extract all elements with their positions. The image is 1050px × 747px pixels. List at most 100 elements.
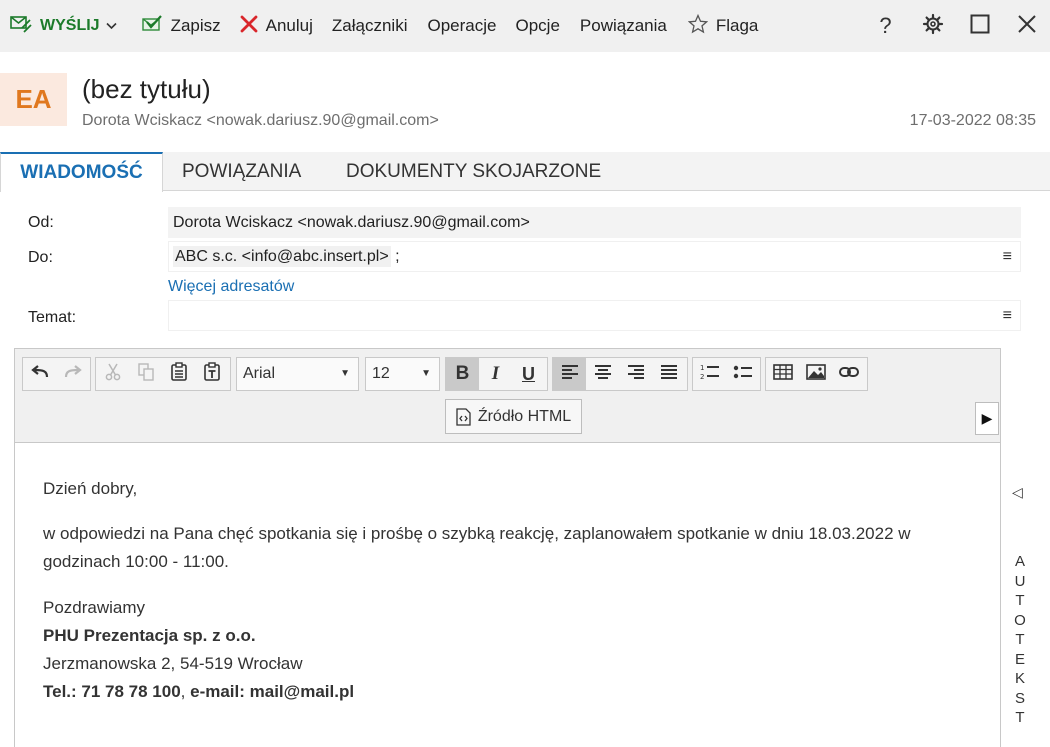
autotext-panel-tab[interactable]: AUTOTEKST xyxy=(1012,552,1028,728)
underline-button[interactable]: U xyxy=(512,358,545,390)
maximize-button[interactable] xyxy=(956,0,1003,52)
align-justify-button[interactable] xyxy=(652,358,685,390)
clipboard-group xyxy=(95,357,231,391)
tab-related-documents[interactable]: DOKUMENTY SKOJARZONE xyxy=(346,152,601,191)
align-justify-icon xyxy=(660,364,678,385)
list-group: 12 xyxy=(692,357,761,391)
body-contact-email: e-mail: mail@mail.pl xyxy=(190,682,355,701)
image-icon xyxy=(805,363,826,385)
recipient-separator: ; xyxy=(395,248,400,265)
to-label: Do: xyxy=(28,249,53,266)
message-sender: Dorota Wciskacz <nowak.dariusz.90@gmail.… xyxy=(82,112,439,129)
link-icon xyxy=(838,365,859,383)
cut-button[interactable] xyxy=(96,358,129,390)
save-mail-icon xyxy=(141,14,163,39)
bold-button[interactable]: B xyxy=(446,358,479,390)
paste-text-button[interactable] xyxy=(195,358,228,390)
insert-link-button[interactable] xyxy=(832,358,865,390)
attachments-button[interactable]: Załączniki xyxy=(332,0,408,52)
scissors-icon xyxy=(105,363,121,386)
send-mail-icon xyxy=(10,14,32,39)
align-right-icon xyxy=(627,364,645,385)
tab-links[interactable]: POWIĄZANIA xyxy=(182,152,301,191)
to-field[interactable]: ABC s.c. <info@abc.insert.pl> ; ≡ xyxy=(168,241,1021,272)
options-menu[interactable]: Opcje xyxy=(515,0,559,52)
font-size-value: 12 xyxy=(372,365,390,382)
italic-button[interactable]: I xyxy=(479,358,512,390)
attachments-label: Załączniki xyxy=(331,16,408,35)
tab-message[interactable]: WIADOMOŚĆ xyxy=(0,152,163,192)
tab-bar: WIADOMOŚĆ POWIĄZANIA DOKUMENTY SKOJARZON… xyxy=(0,152,1050,192)
numbered-list-icon: 12 xyxy=(700,363,720,386)
save-button-label: Zapisz xyxy=(170,16,221,35)
html-source-button[interactable]: Źródło HTML xyxy=(445,399,582,434)
message-date: 17-03-2022 08:35 xyxy=(909,112,1036,129)
alignment-group xyxy=(552,357,688,391)
expand-toolbar-button[interactable]: ▶ xyxy=(975,402,999,435)
history-group xyxy=(22,357,91,391)
play-icon: ▶ xyxy=(981,410,993,426)
send-button-label: WYŚLIJ xyxy=(40,17,100,34)
font-family-value: Arial xyxy=(243,365,276,382)
subject-input[interactable]: ≡ xyxy=(168,300,1021,331)
recipient-chip[interactable]: ABC s.c. <info@abc.insert.pl> xyxy=(173,246,391,267)
settings-button[interactable] xyxy=(909,0,956,52)
autotext-label: AUTOTEKST xyxy=(1014,553,1026,726)
text-style-group: B I U xyxy=(445,357,548,391)
copy-icon xyxy=(137,362,154,386)
copy-button[interactable] xyxy=(129,358,162,390)
body-closing: Pozdrawiamy xyxy=(43,598,146,617)
bullet-list-icon xyxy=(733,364,753,385)
close-window-button[interactable] xyxy=(1003,0,1050,52)
subject-menu-icon[interactable]: ≡ xyxy=(1003,301,1012,330)
numbered-list-button[interactable]: 12 xyxy=(693,358,726,390)
align-center-button[interactable] xyxy=(586,358,619,390)
subject-label: Temat: xyxy=(28,309,77,326)
chevron-down-icon[interactable] xyxy=(105,19,117,33)
redo-button[interactable] xyxy=(56,358,89,390)
cancel-button[interactable]: Anuluj xyxy=(240,0,313,52)
window-controls: ? xyxy=(862,0,1050,52)
dropdown-arrow-icon: ▼ xyxy=(340,368,350,379)
insert-table-button[interactable] xyxy=(766,358,799,390)
to-menu-icon[interactable]: ≡ xyxy=(1003,242,1012,271)
align-right-button[interactable] xyxy=(619,358,652,390)
body-paragraph: w odpowiedzi na Pana chęć spotkania się … xyxy=(43,524,911,571)
autotext-collapse-icon[interactable]: ◁ xyxy=(1012,484,1023,501)
paste-button[interactable] xyxy=(162,358,195,390)
save-button[interactable]: Zapisz xyxy=(141,0,221,52)
svg-text:2: 2 xyxy=(700,373,704,381)
body-contact: Tel.: 71 78 78 100, e-mail: mail@mail.pl xyxy=(43,678,983,706)
paste-icon xyxy=(170,362,187,386)
options-label: Opcje xyxy=(515,16,560,35)
more-recipients-link[interactable]: Więcej adresatów xyxy=(168,278,294,296)
from-field: Dorota Wciskacz <nowak.dariusz.90@gmail.… xyxy=(168,207,1021,238)
operations-menu[interactable]: Operacje xyxy=(428,0,497,52)
editor-toolbar: Arial ▼ 12 ▼ B I U 1 2 Źródło HTML ▶ xyxy=(15,349,1000,443)
avatar: EA xyxy=(0,73,67,126)
close-icon xyxy=(240,15,258,38)
links-menu[interactable]: Powiązania xyxy=(580,0,667,52)
rich-text-editor: Arial ▼ 12 ▼ B I U 1 2 Źródło HTML ▶ Dzi… xyxy=(14,348,1001,747)
close-window-icon xyxy=(1017,14,1037,39)
undo-button[interactable] xyxy=(23,358,56,390)
maximize-icon xyxy=(970,14,990,39)
bullet-list-button[interactable] xyxy=(726,358,759,390)
undo-icon xyxy=(30,364,49,384)
align-left-icon xyxy=(561,364,579,385)
flag-button[interactable]: Flaga xyxy=(687,0,758,52)
insert-image-button[interactable] xyxy=(799,358,832,390)
svg-text:1: 1 xyxy=(700,364,704,372)
font-size-select[interactable]: 12 ▼ xyxy=(365,357,440,391)
align-left-button[interactable] xyxy=(553,358,586,390)
redo-icon xyxy=(64,364,82,384)
help-button[interactable]: ? xyxy=(862,0,909,52)
insert-group xyxy=(765,357,868,391)
editor-body[interactable]: Dzień dobry, w odpowiedzi na Pana chęć s… xyxy=(43,475,983,706)
html-source-label: Źródło HTML xyxy=(477,407,572,425)
font-family-select[interactable]: Arial ▼ xyxy=(236,357,359,391)
cancel-button-label: Anuluj xyxy=(265,16,313,35)
send-button[interactable]: WYŚLIJ xyxy=(10,0,117,52)
body-contact-separator: , xyxy=(180,682,191,701)
from-label: Od: xyxy=(28,214,54,231)
